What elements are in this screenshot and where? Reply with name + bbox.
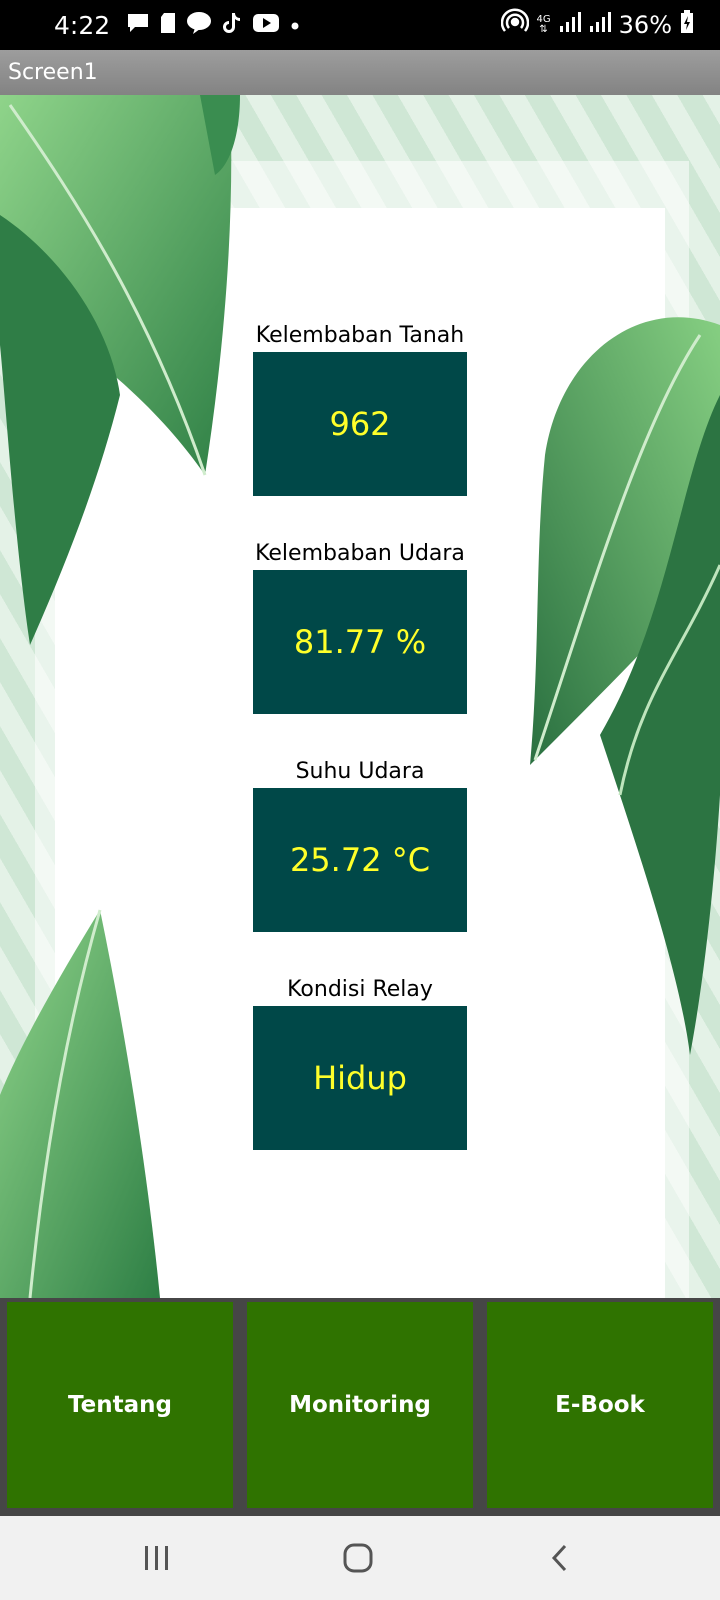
air-temperature-label: Suhu Udara (295, 759, 425, 784)
sd-card-icon (160, 12, 176, 38)
air-humidity-label: Kelembaban Udara (255, 541, 465, 566)
home-icon[interactable] (328, 1534, 388, 1582)
air-humidity-reading: Kelembaban Udara 81.77 % (230, 538, 490, 714)
tiktok-icon (222, 12, 242, 38)
screen-title: Screen1 (8, 60, 98, 85)
back-icon[interactable] (530, 1534, 590, 1582)
network-type-label: 4G ⇅ (536, 14, 551, 35)
air-humidity-value: 81.77 % (253, 570, 467, 714)
signal-icon-2 (589, 11, 611, 39)
soil-moisture-value: 962 (253, 352, 467, 496)
battery-percent: 36% (618, 11, 672, 39)
relay-status-reading: Kondisi Relay Hidup (230, 974, 490, 1150)
air-temperature-reading: Suhu Udara 25.72 °C (230, 756, 490, 932)
battery-charging-icon (680, 10, 694, 40)
status-time: 4:22 (54, 10, 111, 40)
soil-moisture-label: Kelembaban Tanah (255, 323, 465, 348)
status-bar: 4:22 4G ⇅ 36% (0, 0, 720, 50)
message-icon (126, 12, 150, 38)
line-app-icon (186, 11, 212, 39)
monitoring-button[interactable]: Monitoring (247, 1302, 473, 1508)
soil-moisture-reading: Kelembaban Tanah 962 (230, 320, 490, 496)
system-navigation-bar (0, 1516, 720, 1600)
relay-status-value: Hidup (253, 1006, 467, 1150)
more-notifications-dot-icon (290, 16, 300, 35)
recent-apps-icon[interactable] (127, 1534, 187, 1582)
app-title-bar: Screen1 (0, 50, 720, 95)
air-temperature-value: 25.72 °C (253, 788, 467, 932)
signal-icon (559, 11, 581, 39)
monitoring-screen: Kelembaban Tanah 962 Kelembaban Udara 81… (0, 95, 720, 1298)
hotspot-icon (500, 8, 529, 42)
ebook-button[interactable]: E-Book (487, 1302, 713, 1508)
tentang-button[interactable]: Tentang (7, 1302, 233, 1508)
youtube-icon (252, 13, 280, 37)
bottom-button-bar: Tentang Monitoring E-Book (0, 1298, 720, 1516)
relay-status-label: Kondisi Relay (287, 977, 433, 1002)
